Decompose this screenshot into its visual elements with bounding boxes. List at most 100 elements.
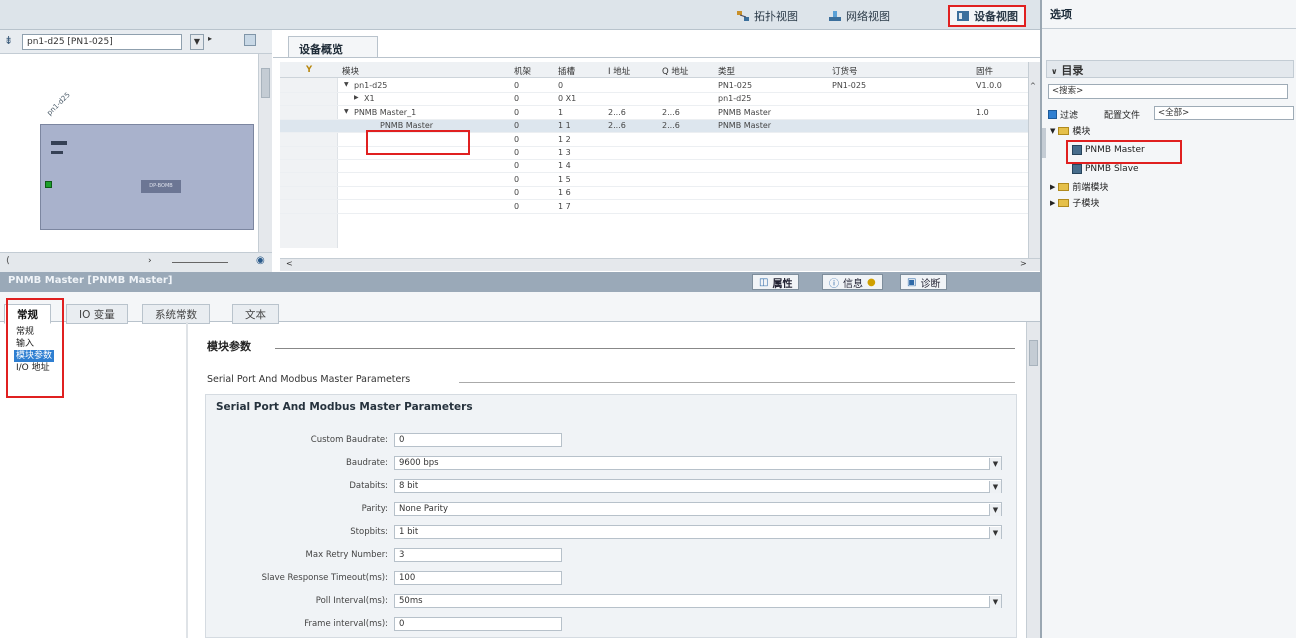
checkbox-icon	[1048, 110, 1057, 119]
zoom-icon[interactable]: ◉	[256, 255, 265, 266]
tree-folder-sub-modules[interactable]: ▶ 子模块	[1050, 196, 1099, 209]
filter-checkbox[interactable]: 过滤	[1048, 108, 1078, 121]
network-icon	[828, 10, 842, 22]
col-i-address[interactable]: I 地址	[608, 65, 630, 77]
expand-icon: ▶	[1050, 182, 1056, 191]
col-q-address[interactable]: Q 地址	[662, 65, 688, 77]
nav-input[interactable]: 输入	[8, 338, 188, 350]
zoom-slider[interactable]	[172, 262, 228, 263]
table-row[interactable]: 0 1 6	[280, 187, 1028, 201]
device-view-button[interactable]: 设备视图	[948, 5, 1026, 27]
device-module-graphic[interactable]: DP-BOMB	[40, 124, 254, 230]
cell-fw: V1.0.0	[976, 81, 1002, 90]
table-row[interactable]: 0 1 5	[280, 174, 1028, 187]
table-row[interactable]: 0 1 7	[280, 201, 1028, 214]
scroll-right-icon[interactable]: >	[1020, 259, 1027, 268]
chevron-down-icon[interactable]: ▼	[989, 504, 1001, 516]
tree-folder-front-modules[interactable]: ▶ 前端模块	[1050, 180, 1108, 193]
module-name: PNMB Master_1	[354, 107, 417, 117]
col-firmware[interactable]: 固件	[976, 65, 993, 77]
nav-module-parameters[interactable]: 模块参数	[14, 350, 55, 362]
chevron-down-icon[interactable]: ▼	[989, 596, 1001, 608]
table-vertical-scrollbar[interactable]: ^	[1028, 62, 1040, 260]
tab-io-tags[interactable]: IO 变量	[66, 304, 128, 324]
col-module[interactable]: 模块	[342, 65, 359, 77]
overview-toggle-icon[interactable]	[244, 34, 256, 46]
chevron-down-icon[interactable]: ▼	[989, 527, 1001, 539]
network-node-icon[interactable]: ⇟	[4, 34, 13, 47]
arrow-icon[interactable]: ▸	[208, 34, 212, 43]
param-input[interactable]: 0	[394, 617, 562, 631]
serial-parameters-group: Serial Port And Modbus Master Parameters…	[205, 394, 1017, 638]
network-view-button[interactable]: 网络视图	[828, 7, 890, 25]
cell-type: pn1-d25	[718, 94, 752, 104]
catalog-search-input[interactable]: <搜索>	[1048, 84, 1288, 99]
param-input[interactable]: 0	[394, 433, 562, 447]
scroll-left-icon[interactable]: ⟨	[6, 256, 10, 266]
module-name: pn1-d25	[354, 81, 388, 90]
cell-rack: 0	[514, 81, 520, 90]
tab-properties[interactable]: ◫ 属性	[752, 274, 800, 290]
options-title: 选项	[1050, 8, 1072, 21]
cell-q: 2...6	[662, 107, 680, 117]
overview-table-header: Y 模块 机架 插槽 I 地址 Q 地址 类型 订货号 固件	[280, 62, 1028, 78]
cell-slot: 0 X1	[558, 94, 577, 104]
scroll-up-icon[interactable]: ^	[1030, 82, 1036, 90]
table-horizontal-scrollbar[interactable]: < >	[280, 258, 1040, 271]
tree-folder-modules[interactable]: ▼ 模块	[1050, 124, 1090, 137]
col-rack[interactable]: 机架	[514, 65, 531, 77]
window-controls[interactable]	[990, 276, 1030, 288]
profile-select[interactable]: <全部>	[1154, 106, 1294, 120]
param-input[interactable]: 100	[394, 571, 562, 585]
tab-diagnostics[interactable]: ▣ 诊断	[900, 274, 948, 290]
filter-icon[interactable]: Y	[306, 65, 312, 75]
chevron-down-icon[interactable]: ▼	[190, 34, 204, 50]
nav-io-addresses[interactable]: I/O 地址	[8, 362, 188, 374]
splitter[interactable]	[186, 322, 188, 638]
table-row[interactable]: 0 1 4	[280, 160, 1028, 174]
tab-device-overview[interactable]: 设备概览	[288, 36, 378, 58]
table-row[interactable]: ▼ pn1-d25 0 0 PN1-025 PN1-025 V1.0.0	[280, 80, 1028, 93]
cell-slot: 0	[558, 81, 564, 90]
field-label: Custom Baudrate:	[310, 435, 388, 445]
tab-texts[interactable]: 文本	[232, 304, 279, 324]
tab-info[interactable]: ⓘ 信息 ●	[822, 274, 883, 290]
params-vertical-scrollbar[interactable]	[1026, 322, 1040, 638]
param-select[interactable]: None Parity ▼	[394, 502, 1002, 516]
col-slot[interactable]: 插槽	[558, 65, 575, 77]
cell-order: PN1-025	[832, 81, 867, 90]
folder-icon	[1058, 182, 1070, 191]
param-input[interactable]: 3	[394, 548, 562, 562]
expand-icon[interactable]: ▶	[354, 94, 359, 101]
tab-system-constants[interactable]: 系统常数	[142, 304, 210, 324]
device-select[interactable]: pn1-d25 [PN1-025]	[22, 34, 182, 50]
warning-icon: ●	[867, 276, 876, 288]
cell-slot: 1 4	[558, 161, 571, 171]
param-select[interactable]: 50ms ▼	[394, 594, 1002, 608]
chevron-down-icon[interactable]: ▼	[989, 481, 1001, 493]
scroll-right-icon[interactable]: ›	[148, 256, 152, 266]
param-select[interactable]: 1 bit ▼	[394, 525, 1002, 539]
param-select[interactable]: 8 bit ▼	[394, 479, 1002, 493]
catalog-panel: 选项 ∨ 目录 <搜索> 过滤 配置文件 <全部> ▼ 模块 PNMB Mast…	[1040, 0, 1296, 638]
col-type[interactable]: 类型	[718, 65, 735, 77]
expand-icon[interactable]: ▼	[344, 108, 349, 115]
catalog-section-header[interactable]: ∨ 目录	[1046, 60, 1294, 78]
properties-icon: ◫	[759, 276, 769, 288]
topology-view-button[interactable]: 拓扑视图	[736, 7, 798, 25]
col-order-number[interactable]: 订货号	[832, 65, 858, 77]
tree-item-pnmb-slave[interactable]: PNMB Slave	[1072, 164, 1139, 174]
expand-icon[interactable]: ▼	[344, 81, 349, 88]
param-select[interactable]: 9600 bps ▼	[394, 456, 1002, 470]
field-label: Databits:	[349, 481, 388, 491]
chevron-down-icon[interactable]: ▼	[989, 458, 1001, 470]
nav-general[interactable]: 常规	[8, 326, 188, 338]
table-row[interactable]: ▼ PNMB Master_1 0 1 2...6 2...6 PNMB Master 1.0	[280, 107, 1028, 120]
table-row[interactable]: ▶ X1 0 0 X1 pn1-d25	[280, 93, 1028, 107]
device-tag: DP-BOMB	[141, 180, 181, 193]
cell-rack: 0	[514, 121, 520, 131]
device-rotated-label: pn1-d25	[45, 90, 72, 118]
scroll-left-icon[interactable]: <	[286, 259, 293, 268]
graphic-vertical-scrollbar[interactable]	[258, 54, 272, 252]
selected-module-highlight	[366, 130, 470, 155]
